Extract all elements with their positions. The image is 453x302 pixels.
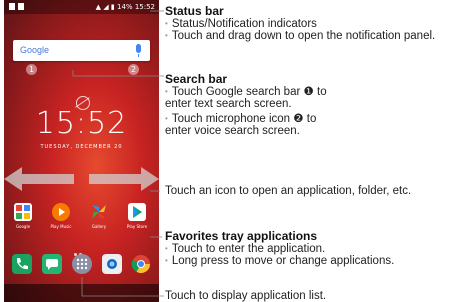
leader-search-bar <box>72 70 164 77</box>
icons-note: Touch an icon to open an application, fo… <box>165 185 412 197</box>
bullet-item: • Touch and drag down to open the notific… <box>165 30 436 42</box>
favorites-heading: Favorites tray applications <box>165 229 318 243</box>
search-bar-heading: Search bar <box>165 72 228 86</box>
bullet-item: • Touch to enter the application. <box>165 243 326 255</box>
app-list-note: Touch to display application list. <box>165 290 327 302</box>
bullet-item: • Touch microphone icon ❷ to enter voice … <box>165 113 317 137</box>
status-bar-desc: • Status/Notification indicators • Touch a… <box>165 18 440 42</box>
favorites-desc: • Touch to enter the application. • Long p… <box>165 243 453 267</box>
search-bar-desc: • Touch Google search bar ❶ to enter text… <box>165 86 345 137</box>
bullet-item: • Touch Google search bar ❶ to enter text… <box>165 86 327 110</box>
bullet-item: • Status/Notification indicators <box>165 18 317 30</box>
leader-app-list <box>81 277 164 297</box>
status-bar-heading: Status bar <box>165 4 224 18</box>
bullet-item: • Long press to move or change applicatio… <box>165 255 395 267</box>
